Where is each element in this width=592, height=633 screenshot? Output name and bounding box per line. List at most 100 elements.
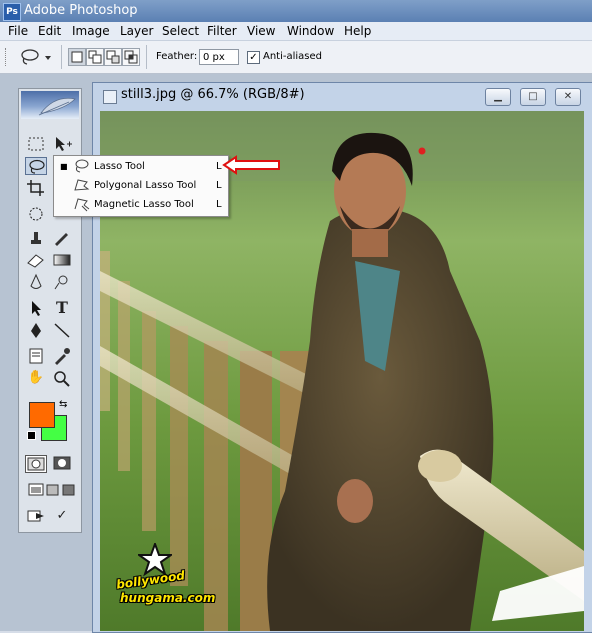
add-to-selection-button[interactable] (86, 48, 104, 66)
photoshop-logo-icon: Ps (3, 3, 21, 21)
menu-help[interactable]: Help (344, 23, 371, 39)
options-grip[interactable] (5, 48, 9, 66)
history-brush-tool-button[interactable] (51, 229, 73, 247)
feather-input[interactable]: 0 px (199, 49, 239, 65)
tool-preset-picker[interactable] (18, 47, 56, 67)
foreground-color-swatch[interactable] (29, 402, 55, 428)
menu-filter[interactable]: Filter (207, 23, 237, 39)
feather-label: Feather: (156, 51, 198, 62)
menu-window[interactable]: Window (287, 23, 334, 39)
toolbox-feather-logo[interactable] (21, 91, 79, 119)
annotation-arrow (222, 155, 282, 175)
quick-mask-mode-button[interactable] (51, 455, 73, 473)
flyout-label: Lasso Tool (94, 161, 145, 172)
default-colors-icon[interactable] (27, 431, 36, 440)
close-icon: ✕ (563, 91, 573, 102)
dodge-icon (54, 275, 68, 290)
star-logo-icon (135, 541, 175, 577)
subtract-from-selection-button[interactable] (104, 48, 122, 66)
close-button[interactable]: ✕ (555, 88, 581, 106)
jump-to-imageready-button[interactable] (25, 507, 47, 525)
lasso-icon (21, 49, 51, 65)
commit-button[interactable]: ✓ (51, 507, 73, 525)
line-tool-button[interactable] (51, 321, 73, 339)
polygonal-lasso-icon (72, 177, 90, 193)
left-arrow-icon (222, 155, 280, 175)
menu-view[interactable]: View (247, 23, 275, 39)
path-selection-icon (32, 301, 41, 316)
new-selection-icon (71, 51, 83, 63)
minimize-button[interactable]: ▁ (485, 88, 511, 106)
checkmark-icon: ✓ (56, 508, 68, 523)
zoom-tool-button[interactable] (51, 369, 73, 387)
subtract-selection-icon (106, 50, 120, 64)
menu-select[interactable]: Select (162, 23, 199, 39)
move-icon (56, 137, 72, 151)
healing-brush-tool-button[interactable] (25, 205, 47, 223)
document-icon (103, 90, 117, 104)
menu-edit[interactable]: Edit (38, 23, 61, 39)
gradient-icon (53, 254, 71, 266)
type-tool-button[interactable]: T (51, 299, 73, 317)
title-bar: Ps Adobe Photoshop (0, 0, 592, 22)
flyout-item-magnetic-lasso[interactable]: Magnetic Lasso Tool L (54, 195, 228, 214)
pen-tool-button[interactable] (25, 321, 47, 339)
magnetic-lasso-icon (72, 196, 90, 212)
quick-mask-icon (53, 456, 71, 470)
maximize-icon: □ (528, 91, 538, 102)
stamp-tool-button[interactable] (25, 229, 47, 247)
full-screen-mode-button[interactable] (57, 481, 79, 499)
options-bar: Feather: 0 px ✓ Anti-aliased (0, 41, 592, 74)
menu-layer[interactable]: Layer (120, 23, 153, 39)
intersect-selection-button[interactable] (122, 48, 140, 66)
menu-file[interactable]: File (8, 23, 28, 39)
lasso-tool-flyout: ■ Lasso Tool L Polygonal Lasso Tool L Ma… (53, 155, 229, 217)
gradient-tool-button[interactable] (51, 251, 73, 269)
crop-tool-button[interactable] (25, 179, 47, 197)
document-title: still3.jpg @ 66.7% (RGB/8#) (121, 87, 305, 102)
maximize-button[interactable]: □ (520, 88, 546, 106)
history-brush-icon (55, 233, 68, 246)
flyout-item-polygonal-lasso[interactable]: Polygonal Lasso Tool L (54, 176, 228, 195)
annotation-dot (418, 147, 426, 155)
eyedropper-tool-button[interactable] (51, 347, 73, 365)
flyout-shortcut: L (216, 199, 222, 210)
standard-mode-icon (27, 457, 45, 471)
screen-mode-icon (62, 484, 75, 496)
new-selection-button[interactable] (68, 48, 86, 66)
options-divider (146, 45, 147, 69)
feather-icon (38, 97, 76, 116)
path-selection-tool-button[interactable] (25, 299, 47, 317)
blur-icon (30, 273, 42, 289)
flyout-shortcut: L (216, 180, 222, 191)
healing-brush-icon (29, 207, 43, 221)
hand-tool-button[interactable]: ✋ (25, 369, 47, 387)
menu-image[interactable]: Image (72, 23, 110, 39)
eraser-tool-button[interactable] (25, 251, 47, 269)
zoom-icon (54, 371, 70, 387)
jump-to-imageready-icon (27, 510, 44, 522)
pen-icon (31, 323, 41, 338)
move-tool-button[interactable] (51, 135, 73, 153)
blur-tool-button[interactable] (25, 273, 47, 291)
lasso-icon (72, 158, 90, 174)
eyedropper-icon (55, 348, 70, 365)
notes-tool-button[interactable] (25, 347, 47, 365)
anti-aliased-label: Anti-aliased (263, 51, 323, 62)
eraser-icon (27, 254, 44, 268)
notes-icon (29, 348, 43, 364)
lasso-tool-button[interactable] (25, 157, 47, 175)
app-title: Adobe Photoshop (24, 3, 138, 18)
flyout-label: Magnetic Lasso Tool (94, 199, 194, 210)
add-selection-icon (88, 50, 102, 64)
marquee-tool-button[interactable] (25, 135, 47, 153)
intersect-selection-icon (124, 50, 138, 64)
hand-icon: ✋ (27, 370, 45, 385)
dodge-tool-button[interactable] (51, 273, 73, 291)
anti-aliased-checkbox[interactable]: ✓ (247, 51, 260, 64)
minimize-icon: ▁ (494, 91, 502, 102)
flyout-item-lasso[interactable]: ■ Lasso Tool L (54, 157, 228, 176)
swap-colors-icon[interactable]: ⇆ (59, 399, 67, 410)
line-icon (54, 323, 70, 338)
standard-mode-button[interactable] (25, 455, 47, 473)
